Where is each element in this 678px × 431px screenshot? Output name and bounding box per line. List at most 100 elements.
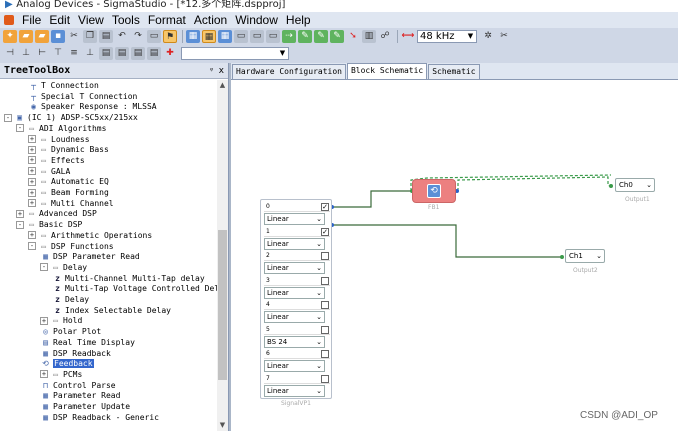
signal-mode-select[interactable]: Linear ⌄ (264, 286, 325, 299)
layout-1-icon[interactable]: ▭ (234, 30, 248, 43)
undo-icon[interactable]: ↶ (115, 30, 129, 43)
tree-item[interactable]: + ▭ Dynamic Bass (28, 145, 109, 156)
tree-item[interactable]: + ▭ Arithmetic Operations (28, 231, 152, 242)
copy-icon[interactable]: ❐ (83, 30, 97, 43)
output2-block[interactable]: Ch1 ⌄ (565, 249, 605, 263)
signal-enable-checkbox[interactable] (321, 374, 329, 383)
tree-item[interactable]: + ▭ Beam Forming (28, 188, 109, 199)
window-icon[interactable]: ▭ (147, 30, 161, 43)
font-select[interactable]: ▼ (181, 47, 289, 60)
wire-fb-to-output1[interactable] (457, 176, 612, 191)
signal-source-block[interactable]: 0 ✓ Linear ⌄ 1 ✓ Linear ⌄ 2 Linear ⌄ 3 Linear ⌄ 4 Linea… (260, 199, 332, 399)
tree-item[interactable]: + ▭ Automatic EQ (28, 177, 109, 188)
signal-mode-select[interactable]: Linear ⌄ (264, 311, 325, 323)
settings-gear-icon[interactable]: ✲ (481, 30, 495, 43)
tree-item[interactable]: + ▭ Effects (28, 156, 85, 167)
paste-icon[interactable]: ▤ (99, 30, 113, 43)
expand-icon[interactable]: + (16, 209, 24, 218)
cut-icon[interactable]: ✂ (67, 30, 81, 43)
menu-help[interactable]: Help (282, 13, 315, 27)
expand-icon[interactable]: + (28, 231, 36, 240)
tree-item[interactable]: + ▭ GALA (28, 167, 70, 178)
align-center-icon[interactable]: ⊥ (19, 47, 33, 60)
tree-item[interactable]: ▤ Real Time Display (40, 338, 135, 349)
tree-item[interactable]: ◎ Polar Plot (40, 327, 101, 338)
link-compile-icon[interactable]: ⇢ (282, 30, 296, 43)
open-recent-icon[interactable]: ▰ (35, 30, 49, 43)
menu-format[interactable]: Format (144, 13, 190, 27)
run-icon[interactable]: ➘ (346, 30, 360, 43)
input-pin[interactable] (560, 255, 564, 259)
view-2-icon[interactable]: ▦ (202, 30, 216, 43)
tree-item[interactable]: z Multi-Tap Voltage Controlled Del (52, 284, 218, 295)
collapse-icon[interactable]: - (28, 242, 36, 250)
tree-item[interactable]: ▦ Parameter Read (40, 391, 120, 402)
link-download-icon[interactable]: ✎ (330, 30, 344, 43)
signal-enable-checkbox[interactable] (321, 276, 329, 285)
sample-rate-select[interactable]: 48 kHz ▼ (417, 30, 477, 43)
scroll-down-icon[interactable]: ▼ (217, 420, 228, 431)
redo-icon[interactable]: ↷ (131, 30, 145, 43)
scroll-up-icon[interactable]: ▲ (217, 80, 228, 91)
tree-item[interactable]: - ▭ DSP Functions (28, 242, 114, 253)
new-file-icon[interactable]: ✦ (3, 30, 17, 43)
align-right-icon[interactable]: ⊢ (35, 47, 49, 60)
signal-mode-select[interactable]: Linear ⌄ (264, 237, 325, 250)
expand-icon[interactable]: + (28, 177, 36, 186)
signal-mode-select[interactable]: Linear ⌄ (264, 213, 325, 225)
chevron-down-icon[interactable]: ⌄ (596, 250, 602, 262)
expand-icon[interactable]: + (40, 370, 48, 379)
expand-icon[interactable]: + (28, 188, 36, 197)
tree-item[interactable]: - ▭ Delay (40, 263, 87, 274)
signal-enable-checkbox[interactable] (321, 350, 329, 358)
align-left-icon[interactable]: ⊣ (3, 47, 17, 60)
tree-item[interactable]: ⊓ Control Parse (40, 381, 116, 392)
group-3-icon[interactable]: ▤ (131, 47, 145, 60)
tree-item[interactable]: ▦ DSP Readback (40, 349, 111, 360)
tree-item[interactable]: ┬ T Connection (28, 81, 99, 92)
signal-mode-select[interactable]: Linear ⌄ (264, 384, 325, 397)
feedback-block[interactable]: ⟲ (412, 179, 456, 203)
expand-icon[interactable]: + (28, 199, 36, 208)
collapse-icon[interactable]: - (16, 124, 24, 133)
open-folder-icon[interactable]: ▰ (19, 30, 33, 43)
tree-item[interactable]: z Multi-Channel Multi-Tap delay (52, 274, 205, 285)
tree-item[interactable]: + ▭ Hold (40, 316, 82, 327)
menu-tools[interactable]: Tools (108, 13, 144, 27)
signal-mode-select[interactable]: Linear ⌄ (264, 360, 325, 372)
signal-enable-checkbox[interactable]: ✓ (321, 227, 329, 236)
input-pin[interactable] (609, 184, 613, 188)
collapse-icon[interactable]: - (16, 220, 24, 229)
tree-item[interactable]: ▦ Parameter Update (40, 402, 130, 413)
menu-window[interactable]: Window (231, 13, 282, 27)
tree-item[interactable]: ⟲ Feedback (40, 359, 94, 370)
view-3-icon[interactable]: ▦ (218, 30, 232, 43)
tree-item[interactable]: ▦ DSP Readback - Generic (40, 413, 159, 424)
link-mode-icon[interactable]: ⚑ (163, 30, 177, 43)
menu-edit[interactable]: Edit (45, 13, 74, 27)
tree-item[interactable]: + ▭ Advanced DSP (16, 209, 97, 220)
chevron-down-icon[interactable]: ⌄ (646, 179, 652, 191)
expand-icon[interactable]: + (28, 156, 36, 165)
tree-item[interactable]: + ▭ Multi Channel (28, 199, 114, 210)
tools-icon[interactable]: ✂ (497, 30, 511, 43)
menu-action[interactable]: Action (190, 13, 231, 27)
save-icon[interactable]: ▪ (51, 30, 65, 43)
tree-item[interactable]: ◉ Speaker Response : MLSSA (28, 102, 157, 113)
schematic-canvas[interactable]: ⟲ FB1 Ch0 ⌄ Output1 Ch1 ⌄ Output2 0 ✓ Line… (231, 80, 678, 431)
tree-item[interactable]: z Index Selectable Delay (52, 306, 171, 317)
layout-3-icon[interactable]: ▭ (266, 30, 280, 43)
expand-icon[interactable]: + (28, 145, 36, 154)
output1-block[interactable]: Ch0 ⌄ (615, 178, 655, 192)
collapse-icon[interactable]: - (40, 263, 48, 272)
tree-item[interactable]: - ▣ (IC 1) ADSP-SC5xx/215xx (4, 113, 138, 124)
pin-icon[interactable]: ᵠ (210, 66, 213, 76)
signal-enable-checkbox[interactable] (321, 325, 329, 334)
expand-icon[interactable]: + (28, 167, 36, 176)
add-color-icon[interactable]: ✚ (163, 47, 177, 60)
wire-signal-to-output2[interactable] (332, 224, 561, 258)
signal-enable-checkbox[interactable] (321, 301, 329, 309)
tab-block-schematic[interactable]: Block Schematic (346, 63, 428, 79)
tree-item[interactable]: + ▭ Loudness (28, 135, 90, 146)
group-2-icon[interactable]: ▤ (115, 47, 129, 60)
